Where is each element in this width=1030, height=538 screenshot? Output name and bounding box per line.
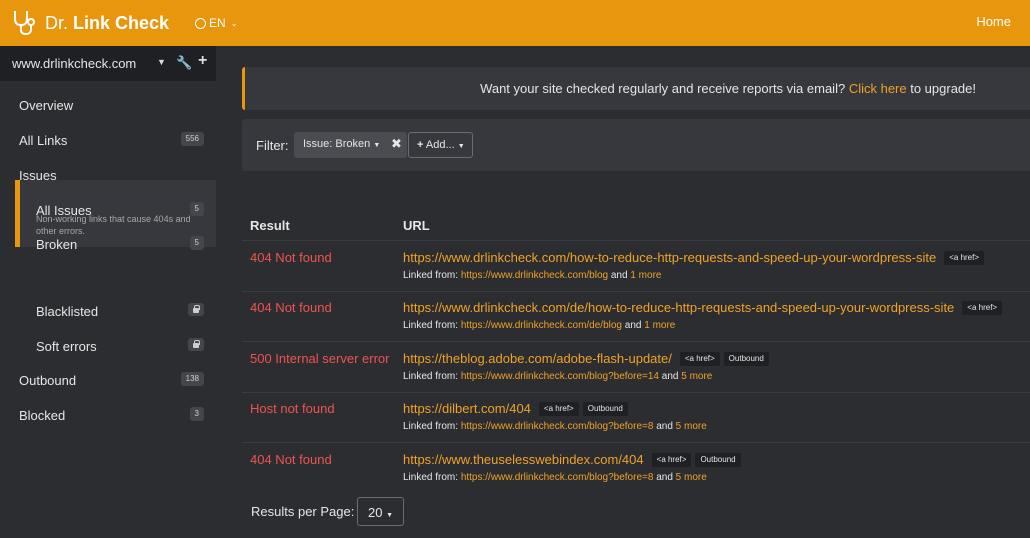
tag-badge: <a href>	[679, 351, 720, 366]
chip-key: Issue:	[303, 138, 333, 150]
sidebar-item-label: All Links	[19, 133, 68, 148]
sidebar-item-label: Outbound	[19, 373, 77, 388]
tag-badge: <a href>	[538, 401, 579, 416]
add-filter-button[interactable]: + Add... ▼	[408, 132, 473, 158]
add-filter-label: Add...	[425, 139, 455, 151]
wrench-icon[interactable]: 🔧	[176, 55, 192, 71]
linked-from-link[interactable]: https://www.drlinkcheck.com/blog?before=…	[461, 421, 654, 432]
table-row: 404 Not found https://www.theuselesswebi…	[242, 443, 1030, 493]
close-icon[interactable]: ✖	[391, 136, 402, 152]
linked-from: Linked from: https://www.drlinkcheck.com…	[403, 472, 707, 483]
upgrade-banner: Want your site checked regularly and rec…	[242, 67, 1030, 110]
home-link[interactable]: Home	[976, 14, 1011, 29]
result-status: 404 Not found	[250, 452, 332, 467]
globe-icon	[195, 17, 207, 29]
table-row: Host not found https://dilbert.com/404 <…	[242, 392, 1030, 442]
result-status: Host not found	[250, 401, 335, 416]
results-per-page-label: Results per Page:	[251, 504, 355, 519]
sidebar-item-label: Overview	[19, 98, 74, 113]
column-header-url[interactable]: URL	[403, 218, 430, 233]
results-per-page-select[interactable]: 20 ▼	[357, 497, 404, 526]
result-status: 404 Not found	[250, 250, 332, 265]
more-link[interactable]: 5 more	[676, 472, 707, 483]
table-row: 404 Not found https://www.drlinkcheck.co…	[242, 291, 1030, 341]
tag-badge: Outbound	[723, 351, 769, 366]
filter-label: Filter:	[256, 138, 289, 153]
sidebar-item-label: Blacklisted	[36, 304, 99, 319]
linked-from-link[interactable]: https://www.drlinkcheck.com/blog?before=…	[461, 371, 659, 382]
caret-down-icon: ▼	[386, 512, 394, 519]
tag-badge: <a href>	[944, 250, 985, 265]
top-bar: Dr. Link Check EN ⌄ Home	[0, 0, 1030, 46]
banner-text: Want your site checked regularly and rec…	[480, 81, 976, 96]
language-label: EN	[209, 16, 226, 30]
filter-chip-issue[interactable]: Issue: Broken ▼ ✖	[294, 132, 407, 158]
more-link[interactable]: 5 more	[681, 371, 712, 382]
linked-from: Linked from: https://www.drlinkcheck.com…	[403, 270, 662, 281]
filter-bar: Filter: Issue: Broken ▼ ✖ + Add... ▼	[242, 119, 1030, 171]
upgrade-link[interactable]: Click here	[849, 81, 907, 96]
result-status: 404 Not found	[250, 300, 332, 315]
active-item-indicator	[15, 180, 20, 247]
url-link[interactable]: https://theblog.adobe.com/adobe-flash-up…	[403, 351, 672, 366]
caret-down-icon: ▼	[457, 143, 465, 150]
logo[interactable]: Dr. Link Check	[11, 9, 169, 37]
sidebar-item-label: Issues	[19, 168, 57, 183]
linked-from: Linked from: https://www.drlinkcheck.com…	[403, 421, 707, 432]
count-badge: 3	[189, 407, 204, 421]
count-badge: 138	[180, 372, 204, 386]
caret-down-icon[interactable]: ▼	[157, 57, 166, 67]
brand-name: Dr. Link Check	[45, 12, 170, 33]
sidebar-item-description: Non-working links that cause 404s and ot…	[36, 214, 191, 236]
caret-down-icon: ▼	[373, 142, 381, 149]
linked-from-link[interactable]: https://www.drlinkcheck.com/blog	[461, 270, 608, 281]
url-link[interactable]: https://dilbert.com/404	[403, 401, 531, 416]
linked-from: Linked from: https://www.drlinkcheck.com…	[403, 371, 713, 382]
linked-from-link[interactable]: https://www.drlinkcheck.com/blog?before=…	[461, 472, 654, 483]
more-link[interactable]: 5 more	[676, 421, 707, 432]
lock-icon	[188, 338, 204, 351]
sidebar-item-label: Soft errors	[36, 339, 97, 354]
tag-badge: <a href>	[962, 300, 1003, 315]
lock-icon	[188, 303, 204, 316]
count-badge: 556	[180, 132, 204, 146]
plus-icon[interactable]: +	[198, 52, 207, 70]
tag-badge: Outbound	[582, 401, 628, 416]
sidebar-item-label: Blocked	[19, 408, 66, 423]
linked-from: Linked from: https://www.drlinkcheck.com…	[403, 320, 676, 331]
url-link[interactable]: https://www.drlinkcheck.com/how-to-reduc…	[403, 250, 936, 265]
table-row: 404 Not found https://www.drlinkcheck.co…	[242, 241, 1030, 291]
column-header-result[interactable]: Result	[250, 218, 290, 233]
url-link[interactable]: https://www.drlinkcheck.com/de/how-to-re…	[403, 300, 954, 315]
results-per-page-value: 20	[368, 505, 383, 520]
more-link[interactable]: 1 more	[644, 320, 675, 331]
language-selector[interactable]: EN ⌄	[195, 16, 237, 30]
tag-badge: Outbound	[695, 452, 741, 467]
chip-value: Broken	[335, 138, 371, 150]
sidebar: www.drlinkcheck.com ▼ 🔧 +	[0, 46, 216, 538]
count-badge: 5	[189, 236, 204, 250]
site-selector[interactable]: www.drlinkcheck.com ▼ 🔧 +	[0, 46, 216, 81]
stethoscope-icon	[14, 11, 35, 36]
more-link[interactable]: 1 more	[630, 270, 661, 281]
plus-icon: +	[417, 139, 424, 151]
table-row: 500 Internal server error https://theblo…	[242, 342, 1030, 392]
chevron-down-icon: ⌄	[230, 18, 238, 28]
tag-badge: <a href>	[651, 452, 692, 467]
site-name: www.drlinkcheck.com	[12, 56, 137, 71]
url-link[interactable]: https://www.theuselesswebindex.com/404	[403, 452, 644, 467]
linked-from-link[interactable]: https://www.drlinkcheck.com/de/blog	[461, 320, 622, 331]
result-status: 500 Internal server error	[250, 351, 390, 366]
sidebar-item-label: Broken	[36, 237, 78, 252]
